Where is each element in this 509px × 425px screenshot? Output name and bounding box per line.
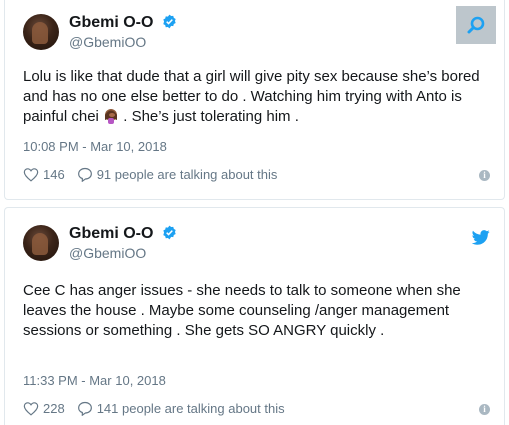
verified-badge-icon [163,225,176,240]
avatar[interactable] [23,14,59,50]
tweet-text: Cee C has anger issues - she needs to ta… [23,282,465,339]
verified-badge-icon [163,14,176,29]
author-handle[interactable]: @GbemiOO [69,34,146,50]
tweet-actions: 228 141 people are talking about this [23,401,297,416]
twitter-bird-icon[interactable] [472,230,490,245]
search-icon [467,16,485,34]
author-name-text[interactable]: Gbemi O-O [69,225,153,242]
tweet-timestamp[interactable]: 10:08 PM - Mar 10, 2018 [23,139,167,154]
heart-icon[interactable] [23,167,39,182]
info-icon[interactable]: i [479,170,490,181]
search-button[interactable] [456,6,496,44]
author-name[interactable]: Gbemi O-O [69,225,177,243]
facepalm-woman-emoji [105,109,118,124]
comment-icon[interactable] [77,401,93,416]
heart-icon[interactable] [23,401,39,416]
like-count[interactable]: 228 [43,401,65,416]
tweet-card: Gbemi O-O @GbemiOO Lolu is like that dud… [4,0,505,200]
talking-count[interactable]: 91 people are talking about this [97,167,278,182]
like-count[interactable]: 146 [43,167,65,182]
author-name-text[interactable]: Gbemi O-O [69,14,153,31]
tweet-text-part: . She’s just tolerating him . [123,108,299,125]
tweet-actions: 146 91 people are talking about this [23,167,289,182]
author-handle[interactable]: @GbemiOO [69,245,146,261]
tweet-timestamp[interactable]: 11:33 PM - Mar 10, 2018 [23,373,166,388]
tweet-text: Lolu is like that dude that a girl will … [23,67,493,127]
talking-count[interactable]: 141 people are talking about this [97,401,285,416]
tweet-card: Gbemi O-O @GbemiOO Cee C has anger issue… [4,207,505,425]
comment-icon[interactable] [77,167,93,182]
author-name[interactable]: Gbemi O-O [69,14,177,32]
info-icon[interactable]: i [479,404,490,415]
avatar[interactable] [23,225,59,261]
